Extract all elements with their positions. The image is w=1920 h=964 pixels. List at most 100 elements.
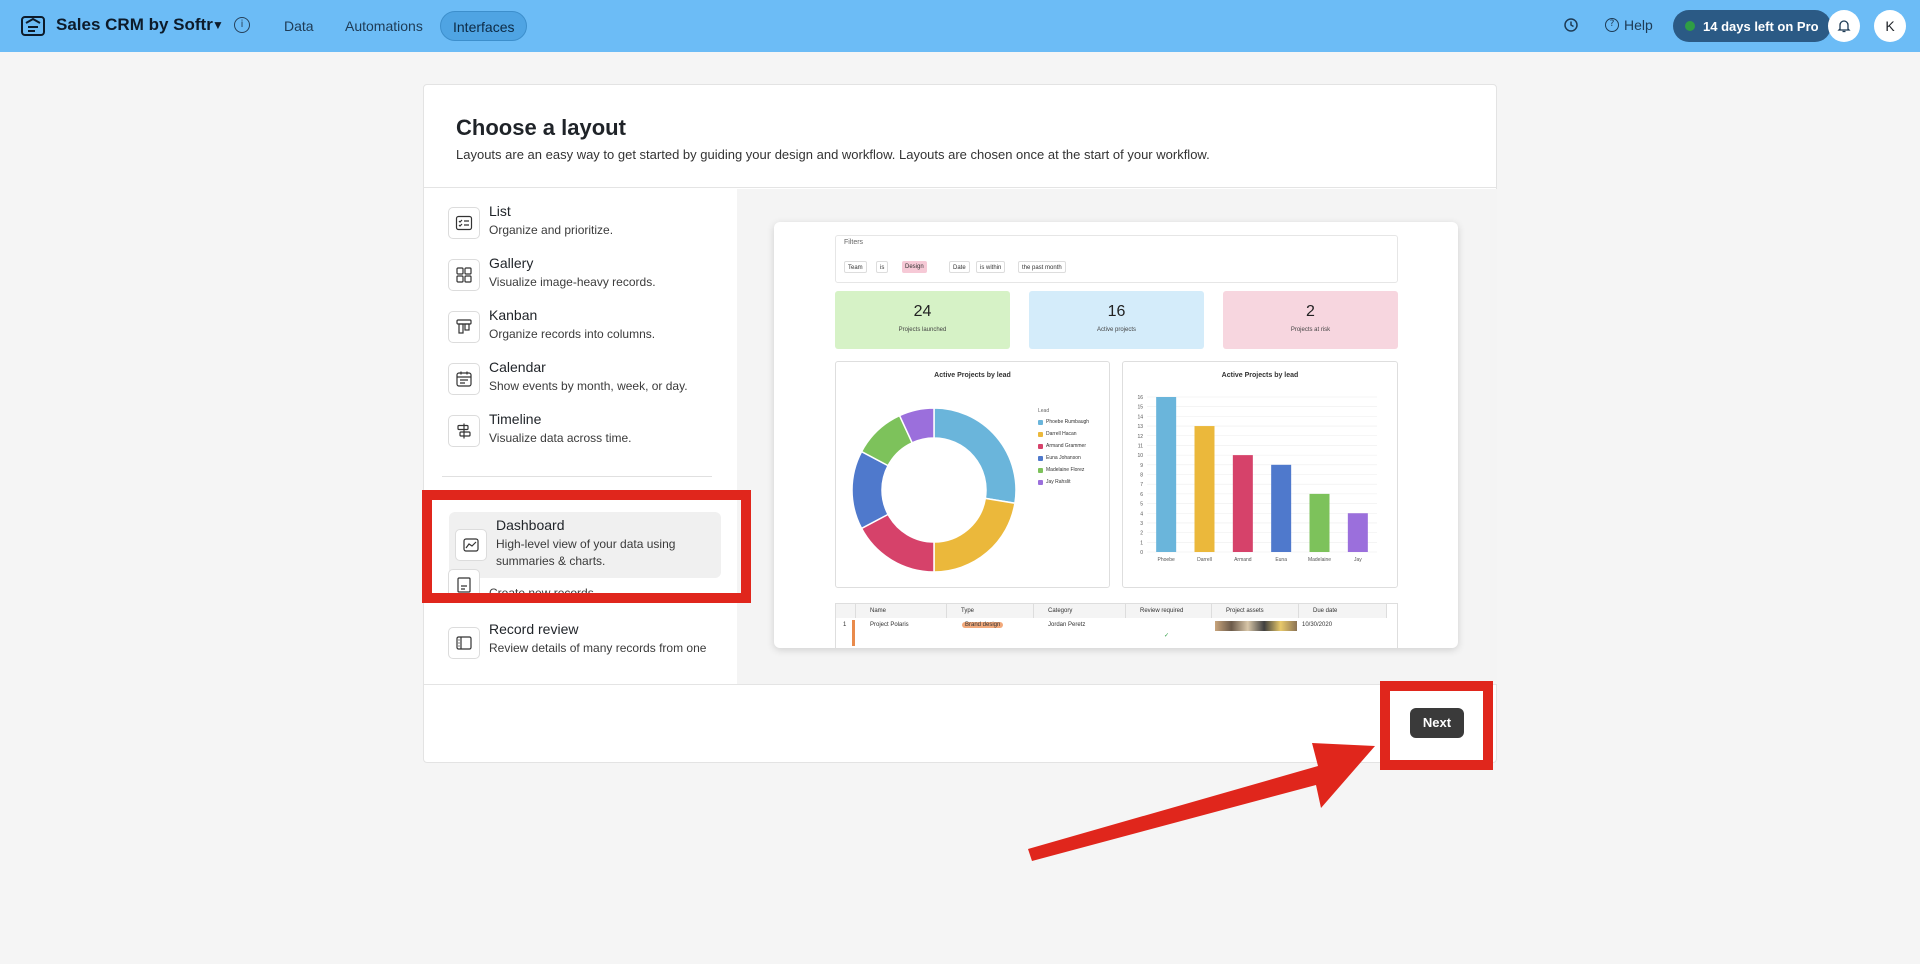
donut-title: Active Projects by lead: [934, 372, 1011, 379]
y-tick-label: 1: [1140, 540, 1143, 546]
bar: [1156, 397, 1177, 552]
y-tick-label: 12: [1137, 434, 1143, 440]
bar-chart: 012345678910111213141516Phoebe Darrell Arm…: [1137, 395, 1377, 563]
list-icon: [448, 207, 480, 239]
kpi-value: 2: [1306, 303, 1315, 320]
bar: [1194, 426, 1215, 552]
legend-item: Jay Rahslit: [1038, 479, 1070, 485]
legend-label: Armand Grammer: [1046, 443, 1087, 449]
layout-desc: Organize and prioritize.: [489, 223, 614, 237]
bar: [1309, 493, 1330, 552]
filter-chip-date: Date: [949, 261, 970, 273]
layout-desc: Show events by month, week, or day.: [489, 379, 688, 393]
app-logo-icon[interactable]: [20, 13, 46, 39]
next-highlight-box: [1380, 681, 1493, 770]
filter-chip-design: Design: [902, 261, 927, 273]
layout-list[interactable]: List Organize and prioritize. Gallery Vi…: [424, 189, 737, 684]
table-cell-type: Brand design: [962, 622, 1004, 628]
table-header: Review required: [1126, 604, 1212, 618]
kpi-card: 16 Active projects: [1029, 291, 1204, 349]
y-tick-label: 16: [1137, 395, 1143, 401]
table-cell-check: ✓: [1164, 633, 1170, 639]
nav-interfaces[interactable]: Interfaces: [440, 11, 528, 41]
nav-data[interactable]: Data: [272, 11, 326, 41]
legend-swatch: [1038, 443, 1043, 449]
table-cell-name: Project Polaris: [870, 622, 909, 628]
layout-option-record-review[interactable]: Record review Review details of many rec…: [442, 619, 724, 681]
legend-label: Euna Johanson: [1046, 455, 1081, 461]
legend-swatch: [1038, 431, 1043, 437]
legend-item: Madelaine Florez: [1038, 467, 1084, 473]
help-icon: ?: [1605, 18, 1619, 32]
kpi-label: Active projects: [1096, 327, 1136, 333]
table-header: Name: [856, 604, 947, 618]
table-header: Type: [947, 604, 1034, 618]
trial-label: 14 days left on Pro: [1703, 18, 1819, 34]
filters-bar: Filters Team is Design Date is within th…: [835, 235, 1398, 283]
row-color-marker: [852, 620, 855, 646]
y-tick-label: 14: [1137, 414, 1143, 420]
bar: [1232, 455, 1253, 552]
legend-item: Armand Grammer: [1038, 443, 1086, 449]
layout-name: Calendar: [489, 359, 546, 375]
layout-name: Timeline: [489, 411, 542, 427]
y-tick-label: 0: [1140, 550, 1143, 556]
legend-item: Darrell Hacan: [1038, 431, 1077, 437]
legend-item: Phoebe Rumbaugh: [1038, 419, 1089, 425]
history-icon[interactable]: [1563, 17, 1579, 33]
legend-label: Darrell Hacan: [1046, 431, 1077, 437]
bar-title: Active Projects by lead: [1221, 372, 1299, 379]
y-tick-label: 13: [1137, 424, 1143, 430]
modal-footer: [424, 684, 1496, 764]
layout-option-timeline[interactable]: Timeline Visualize data across time.: [442, 409, 724, 471]
legend-swatch: [1038, 467, 1043, 473]
x-tick-label: Madelaine: [1308, 557, 1331, 563]
y-tick-label: 11: [1138, 443, 1143, 449]
filter-chip-is: is: [876, 261, 889, 273]
table-cell-index: 1: [843, 622, 847, 628]
help-button[interactable]: ? Help: [1605, 17, 1653, 33]
app-title[interactable]: Sales CRM by Softr: [56, 15, 213, 35]
kpi-card: 2 Projects at risk: [1223, 291, 1398, 349]
dashboard-highlight-box: [422, 490, 751, 603]
trial-badge[interactable]: 14 days left on Pro: [1673, 10, 1831, 42]
calendar-icon: [448, 363, 480, 395]
x-tick-label: Phoebe: [1158, 557, 1175, 563]
top-bar: Sales CRM by Softr ▼ i Data Automations …: [0, 0, 1920, 52]
kpi-card: 24 Projects launched: [835, 291, 1010, 349]
bar-panel: Active Projects by lead 0 1 2 3 4 5 6 7 8 9 10 11 12…: [1122, 361, 1398, 588]
legend-swatch: [1038, 479, 1043, 485]
table-header: Project assets: [1212, 604, 1299, 618]
y-tick-label: 7: [1140, 482, 1143, 488]
avatar[interactable]: K: [1874, 10, 1906, 42]
dashboard-preview: Filters Team is Design Date is within th…: [774, 222, 1458, 648]
layout-name: Record review: [489, 621, 579, 637]
filters-label: Filters: [844, 239, 864, 246]
filter-chip-period: the past month: [1018, 261, 1066, 273]
y-tick-label: 15: [1137, 405, 1143, 411]
info-icon[interactable]: i: [234, 17, 250, 33]
x-tick-label: Euna: [1275, 557, 1287, 563]
legend-title: Lead: [1038, 408, 1050, 414]
layout-name: List: [489, 203, 511, 219]
y-tick-label: 3: [1140, 521, 1143, 527]
layout-name: Kanban: [489, 307, 538, 323]
gallery-icon: [448, 259, 480, 291]
kpi-label: Projects launched: [898, 327, 947, 333]
y-tick-label: 6: [1140, 492, 1143, 498]
notifications-button[interactable]: [1828, 10, 1860, 42]
table-cell-due: 10/30/2020: [1302, 622, 1333, 628]
kpi-value: 16: [1107, 303, 1126, 320]
project-assets-thumbnails: [1215, 621, 1297, 631]
y-tick-label: 4: [1140, 511, 1143, 517]
kpi-value: 24: [913, 303, 932, 320]
table-header: Due date: [1299, 604, 1387, 618]
donut-chart: [851, 407, 1017, 573]
layout-name: Gallery: [489, 255, 534, 271]
table-cell-category: Jordan Peretz: [1048, 622, 1086, 628]
filter-chip-within: is within: [976, 261, 1006, 273]
nav-automations[interactable]: Automations: [333, 11, 435, 41]
layout-desc: Visualize image-heavy records.: [489, 275, 656, 289]
donut-slice: [933, 497, 1016, 573]
chevron-down-icon[interactable]: ▼: [212, 18, 224, 32]
